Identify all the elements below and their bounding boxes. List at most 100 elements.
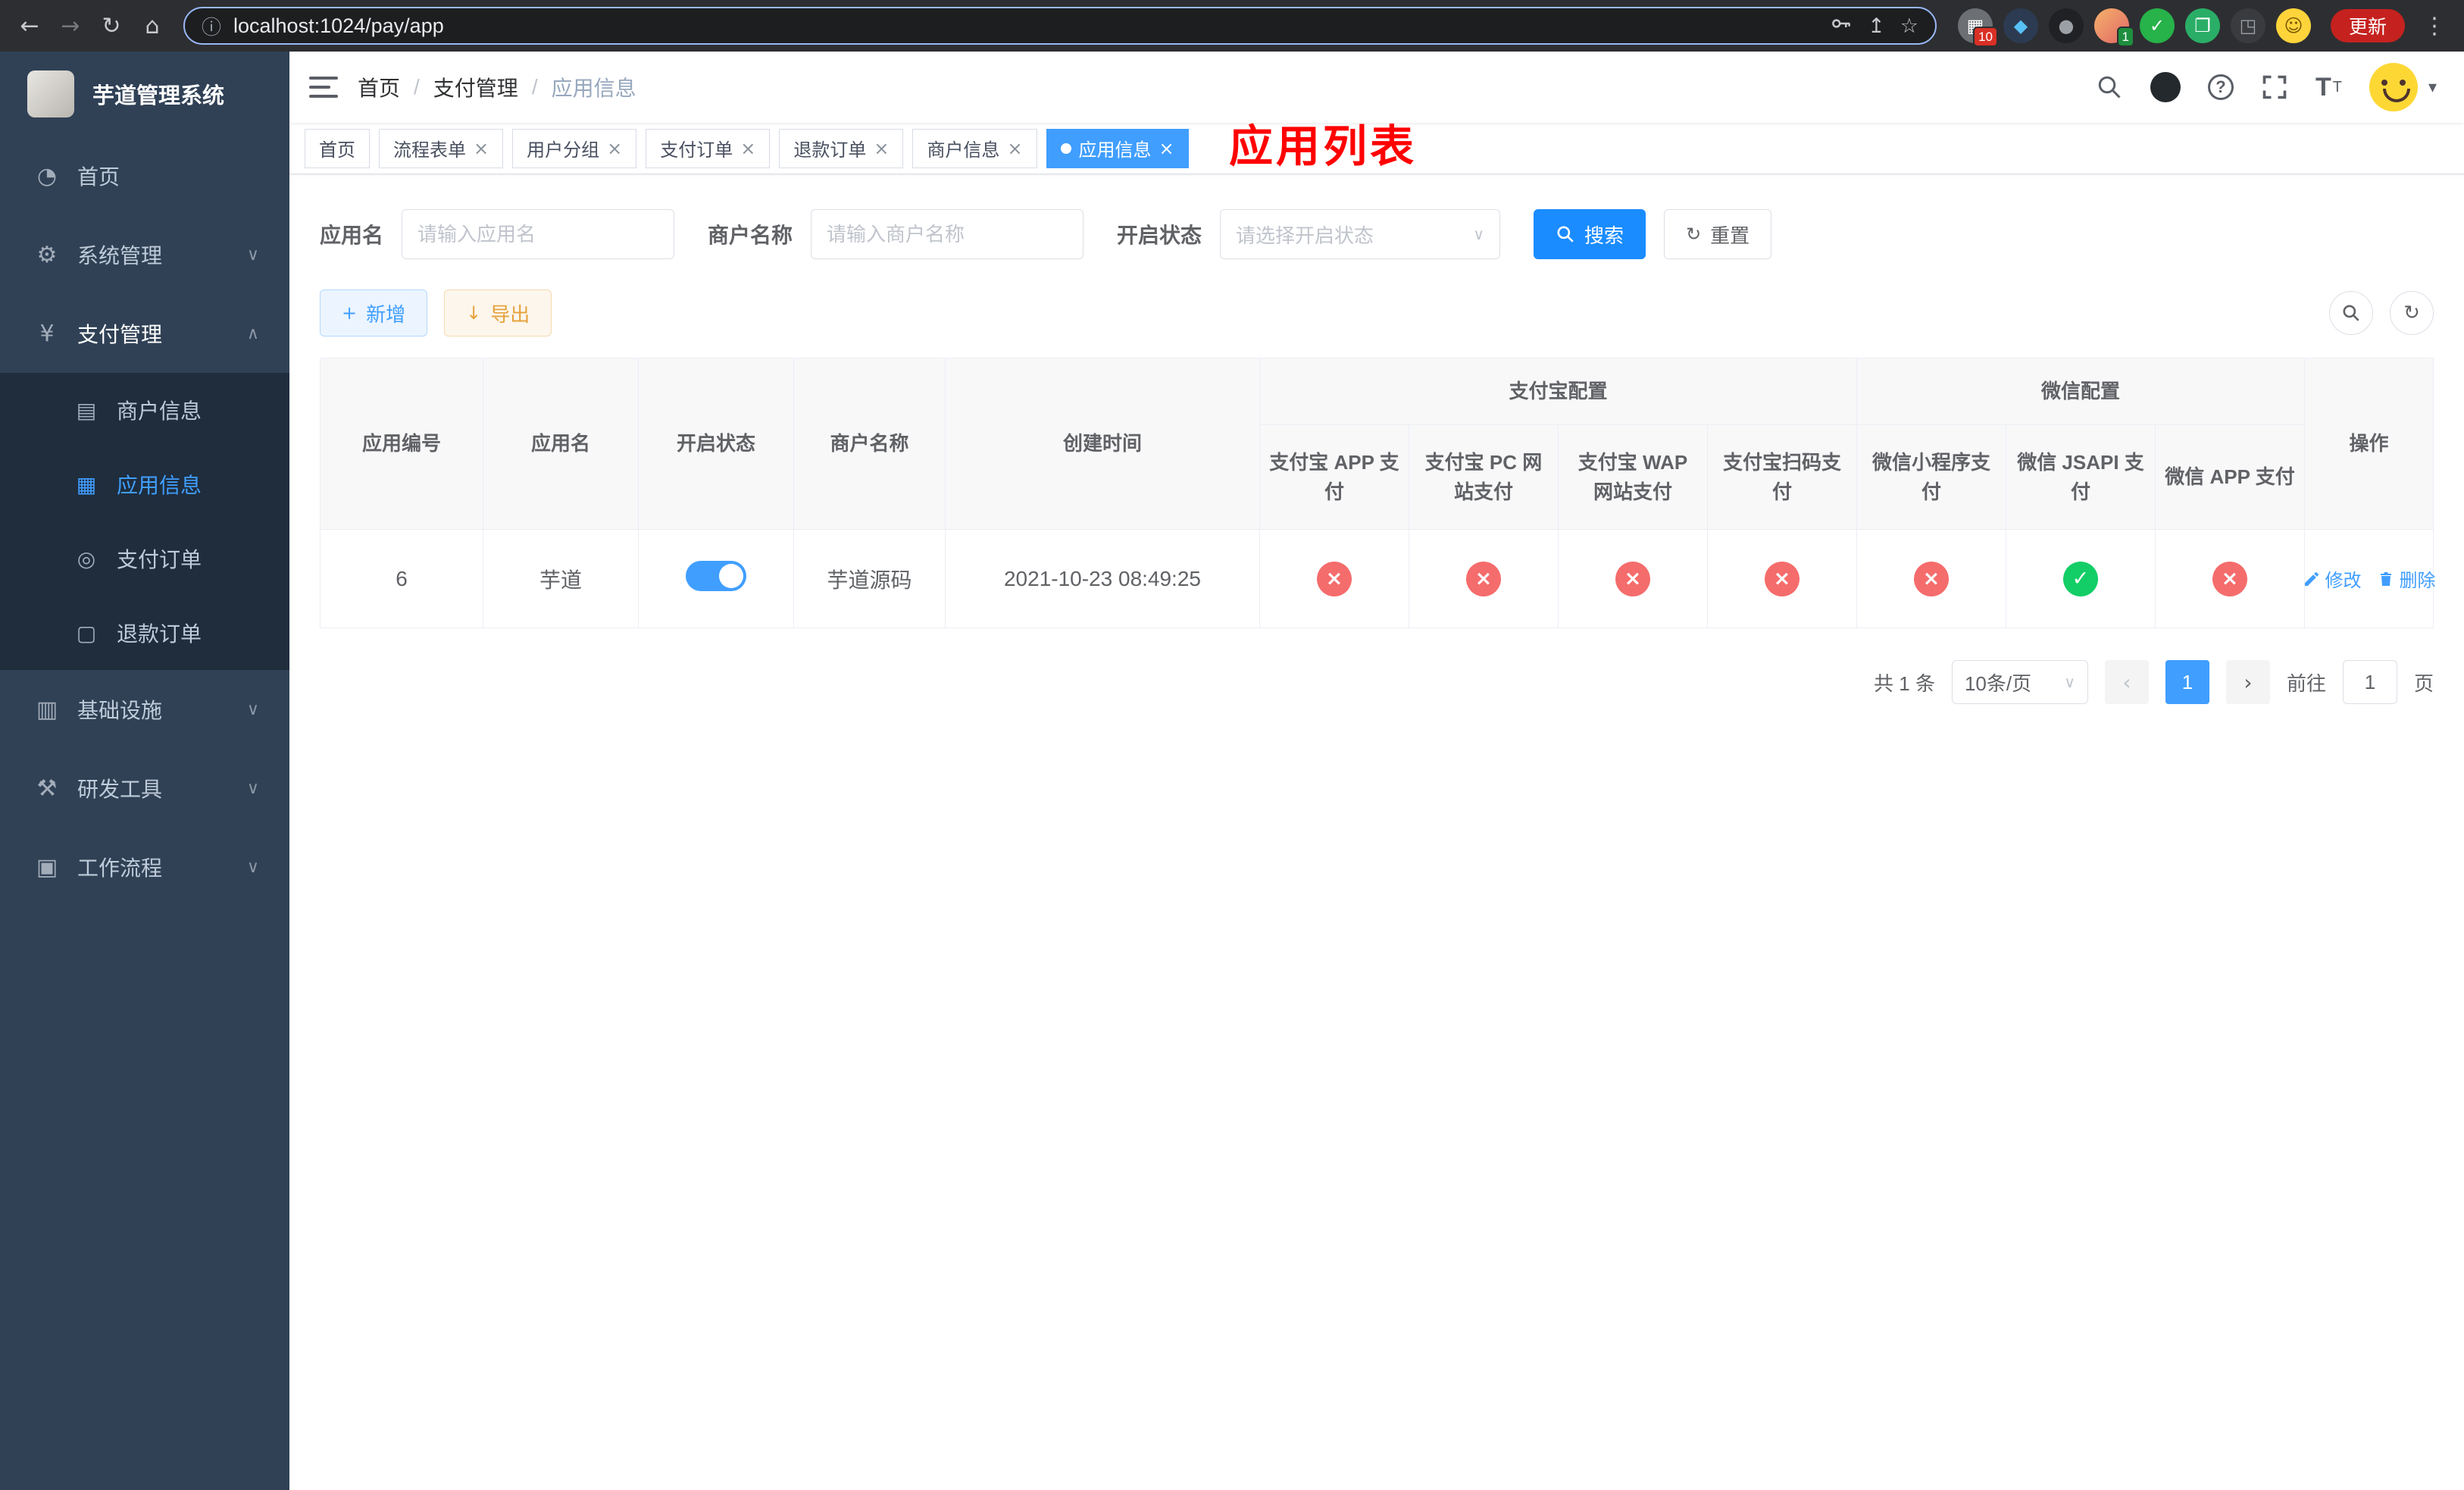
table-toolbar: + 新增 ↓ 导出 ↻ bbox=[320, 290, 2434, 337]
search-icon[interactable] bbox=[2096, 74, 2123, 101]
url-bar[interactable]: ⓘ localhost:1024/pay/app ↥ ☆ bbox=[183, 7, 1937, 45]
tab-pay-order[interactable]: 支付订单 × bbox=[646, 128, 771, 168]
app-table: 应用编号 应用名 开启状态 商户名称 创建时间 支付宝配置 微信配置 操作 支付… bbox=[320, 358, 2436, 628]
extension-icon[interactable]: ✓ bbox=[2139, 8, 2175, 43]
extension-icon[interactable]: ▦ 10 bbox=[1957, 8, 1998, 47]
sidebar-item-payment[interactable]: ¥ 支付管理 ∧ bbox=[0, 294, 289, 373]
tab-app-info[interactable]: 应用信息 × bbox=[1046, 128, 1189, 168]
close-icon[interactable]: × bbox=[607, 139, 622, 158]
sidebar-item-dev-tools[interactable]: ⚒ 研发工具 ∨ bbox=[0, 749, 289, 828]
close-icon[interactable]: × bbox=[474, 139, 489, 158]
col-merchant: 商户名称 bbox=[793, 358, 946, 530]
fullscreen-icon[interactable] bbox=[2261, 74, 2288, 101]
status-select[interactable]: 请选择开启状态 ∨ bbox=[1220, 209, 1501, 259]
font-size-icon[interactable]: TT bbox=[2315, 74, 2342, 100]
browser-update-button[interactable]: 更新 bbox=[2330, 9, 2405, 42]
extension-icon[interactable]: ◆ bbox=[2003, 8, 2038, 43]
monitor-icon: ▥ bbox=[36, 696, 58, 723]
extension-icon[interactable]: ● bbox=[2048, 8, 2084, 43]
back-button[interactable]: ← bbox=[12, 8, 47, 43]
toggle-search-button[interactable] bbox=[2329, 291, 2373, 335]
chevron-down-icon[interactable]: ▾ bbox=[2428, 78, 2437, 97]
url-text[interactable]: localhost:1024/pay/app bbox=[233, 14, 1818, 38]
page-content: 应用名 商户名称 开启状态 请选择开启状态 ∨ 搜索 bbox=[289, 174, 2464, 1490]
chevron-down-icon: ∨ bbox=[246, 700, 259, 719]
dashboard-icon: ◔ bbox=[36, 162, 58, 189]
page-number-button[interactable]: 1 bbox=[2165, 660, 2209, 704]
sidebar-item-app-info[interactable]: ▦ 应用信息 bbox=[0, 447, 289, 521]
goto-page-input[interactable] bbox=[2342, 660, 2397, 704]
avatar[interactable] bbox=[2369, 63, 2418, 111]
home-button[interactable]: ⌂ bbox=[135, 8, 170, 43]
col-actions: 操作 bbox=[2304, 358, 2434, 530]
merchant-name-input[interactable] bbox=[811, 209, 1084, 259]
extension-icon[interactable]: ❐ bbox=[2184, 8, 2220, 43]
cell-alipay-app: × bbox=[1259, 529, 1409, 628]
cell-created: 2021-10-23 08:49:25 bbox=[945, 529, 1260, 628]
total-count: 共 1 条 bbox=[1874, 671, 1935, 695]
yen-icon: ¥ bbox=[39, 320, 55, 347]
order-icon: ◎ bbox=[77, 546, 96, 571]
delete-button[interactable]: 删除 bbox=[2377, 565, 2436, 592]
close-icon[interactable]: × bbox=[1159, 139, 1174, 158]
app-name-input[interactable] bbox=[402, 209, 675, 259]
breadcrumb-home[interactable]: 首页 bbox=[358, 72, 400, 102]
refresh-icon: ↻ bbox=[1686, 224, 1702, 245]
bookmark-star-icon[interactable]: ☆ bbox=[1900, 14, 1918, 38]
password-key-icon[interactable] bbox=[1830, 12, 1853, 40]
tab-process-form[interactable]: 流程表单 × bbox=[379, 128, 504, 168]
page-size-select[interactable]: 10条/页 ∨ bbox=[1951, 660, 2088, 704]
logo-image bbox=[27, 70, 74, 117]
refresh-table-button[interactable]: ↻ bbox=[2390, 291, 2434, 335]
share-icon[interactable]: ↥ bbox=[1868, 14, 1885, 38]
reload-button[interactable]: ↻ bbox=[94, 8, 129, 43]
chevron-up-icon: ∧ bbox=[246, 324, 259, 343]
help-icon[interactable]: ? bbox=[2207, 74, 2234, 100]
puzzle-extensions-icon[interactable]: ◳ bbox=[2230, 8, 2265, 43]
export-button[interactable]: ↓ 导出 bbox=[444, 290, 552, 337]
sidebar-item-infrastructure[interactable]: ▥ 基础设施 ∨ bbox=[0, 670, 289, 749]
extension-icon[interactable]: 1 bbox=[2093, 8, 2134, 47]
sidebar-item-home[interactable]: ◔ 首页 bbox=[0, 136, 289, 215]
col-created: 创建时间 bbox=[945, 358, 1260, 530]
merchant-name-label: 商户名称 bbox=[708, 224, 793, 247]
status-toggle[interactable] bbox=[686, 561, 746, 591]
col-alipay-qr: 支付宝扫码支付 bbox=[1706, 424, 1857, 530]
forward-button[interactable]: → bbox=[53, 8, 88, 43]
search-button[interactable]: 搜索 bbox=[1534, 209, 1646, 259]
close-icon[interactable]: × bbox=[740, 139, 755, 158]
sidebar-item-refund-order[interactable]: ▢ 退款订单 bbox=[0, 596, 289, 670]
col-app-id: 应用编号 bbox=[320, 358, 483, 530]
browser-menu-icon[interactable]: ⋮ bbox=[2417, 13, 2452, 39]
cell-app-name: 芋道 bbox=[483, 529, 639, 628]
breadcrumb: 首页 / 支付管理 / 应用信息 bbox=[358, 72, 636, 102]
edit-button[interactable]: 修改 bbox=[2303, 565, 2362, 592]
tab-merchant-info[interactable]: 商户信息 × bbox=[912, 128, 1037, 168]
download-icon: ↓ bbox=[466, 302, 482, 324]
browser-chrome: ← → ↻ ⌂ ⓘ localhost:1024/pay/app ↥ ☆ ▦ 1… bbox=[0, 0, 2464, 52]
hamburger-menu-icon[interactable] bbox=[289, 52, 358, 123]
disabled-status-icon: × bbox=[1316, 561, 1352, 596]
sidebar-item-workflow[interactable]: ▣ 工作流程 ∨ bbox=[0, 828, 289, 906]
tab-home[interactable]: 首页 bbox=[305, 128, 370, 168]
next-page-button[interactable]: › bbox=[2225, 660, 2270, 704]
tab-user-group[interactable]: 用户分组 × bbox=[512, 128, 637, 168]
github-icon[interactable] bbox=[2150, 72, 2181, 102]
profile-avatar-icon[interactable]: ☺ bbox=[2275, 8, 2311, 43]
plus-icon: + bbox=[342, 302, 358, 324]
sidebar-item-merchant-info[interactable]: ▤ 商户信息 bbox=[0, 373, 289, 447]
cell-actions: 修改 删除 bbox=[2303, 529, 2436, 628]
tab-refund-order[interactable]: 退款订单 × bbox=[779, 128, 904, 168]
breadcrumb-payment[interactable]: 支付管理 bbox=[433, 72, 518, 102]
reset-button[interactable]: ↻ 重置 bbox=[1664, 209, 1772, 259]
close-icon[interactable]: × bbox=[1007, 139, 1022, 158]
site-info-icon[interactable]: ⓘ bbox=[202, 12, 221, 40]
app-logo[interactable]: 芋道管理系统 bbox=[0, 52, 289, 136]
chevron-down-icon: ∨ bbox=[1473, 225, 1485, 243]
sidebar-item-pay-order[interactable]: ◎ 支付订单 bbox=[0, 521, 289, 596]
sidebar-item-system[interactable]: ⚙ 系统管理 ∨ bbox=[0, 215, 289, 294]
page-unit-label: 页 bbox=[2413, 671, 2434, 695]
add-button[interactable]: + 新增 bbox=[320, 290, 428, 337]
prev-page-button[interactable]: ‹ bbox=[2104, 660, 2149, 704]
close-icon[interactable]: × bbox=[874, 139, 889, 158]
